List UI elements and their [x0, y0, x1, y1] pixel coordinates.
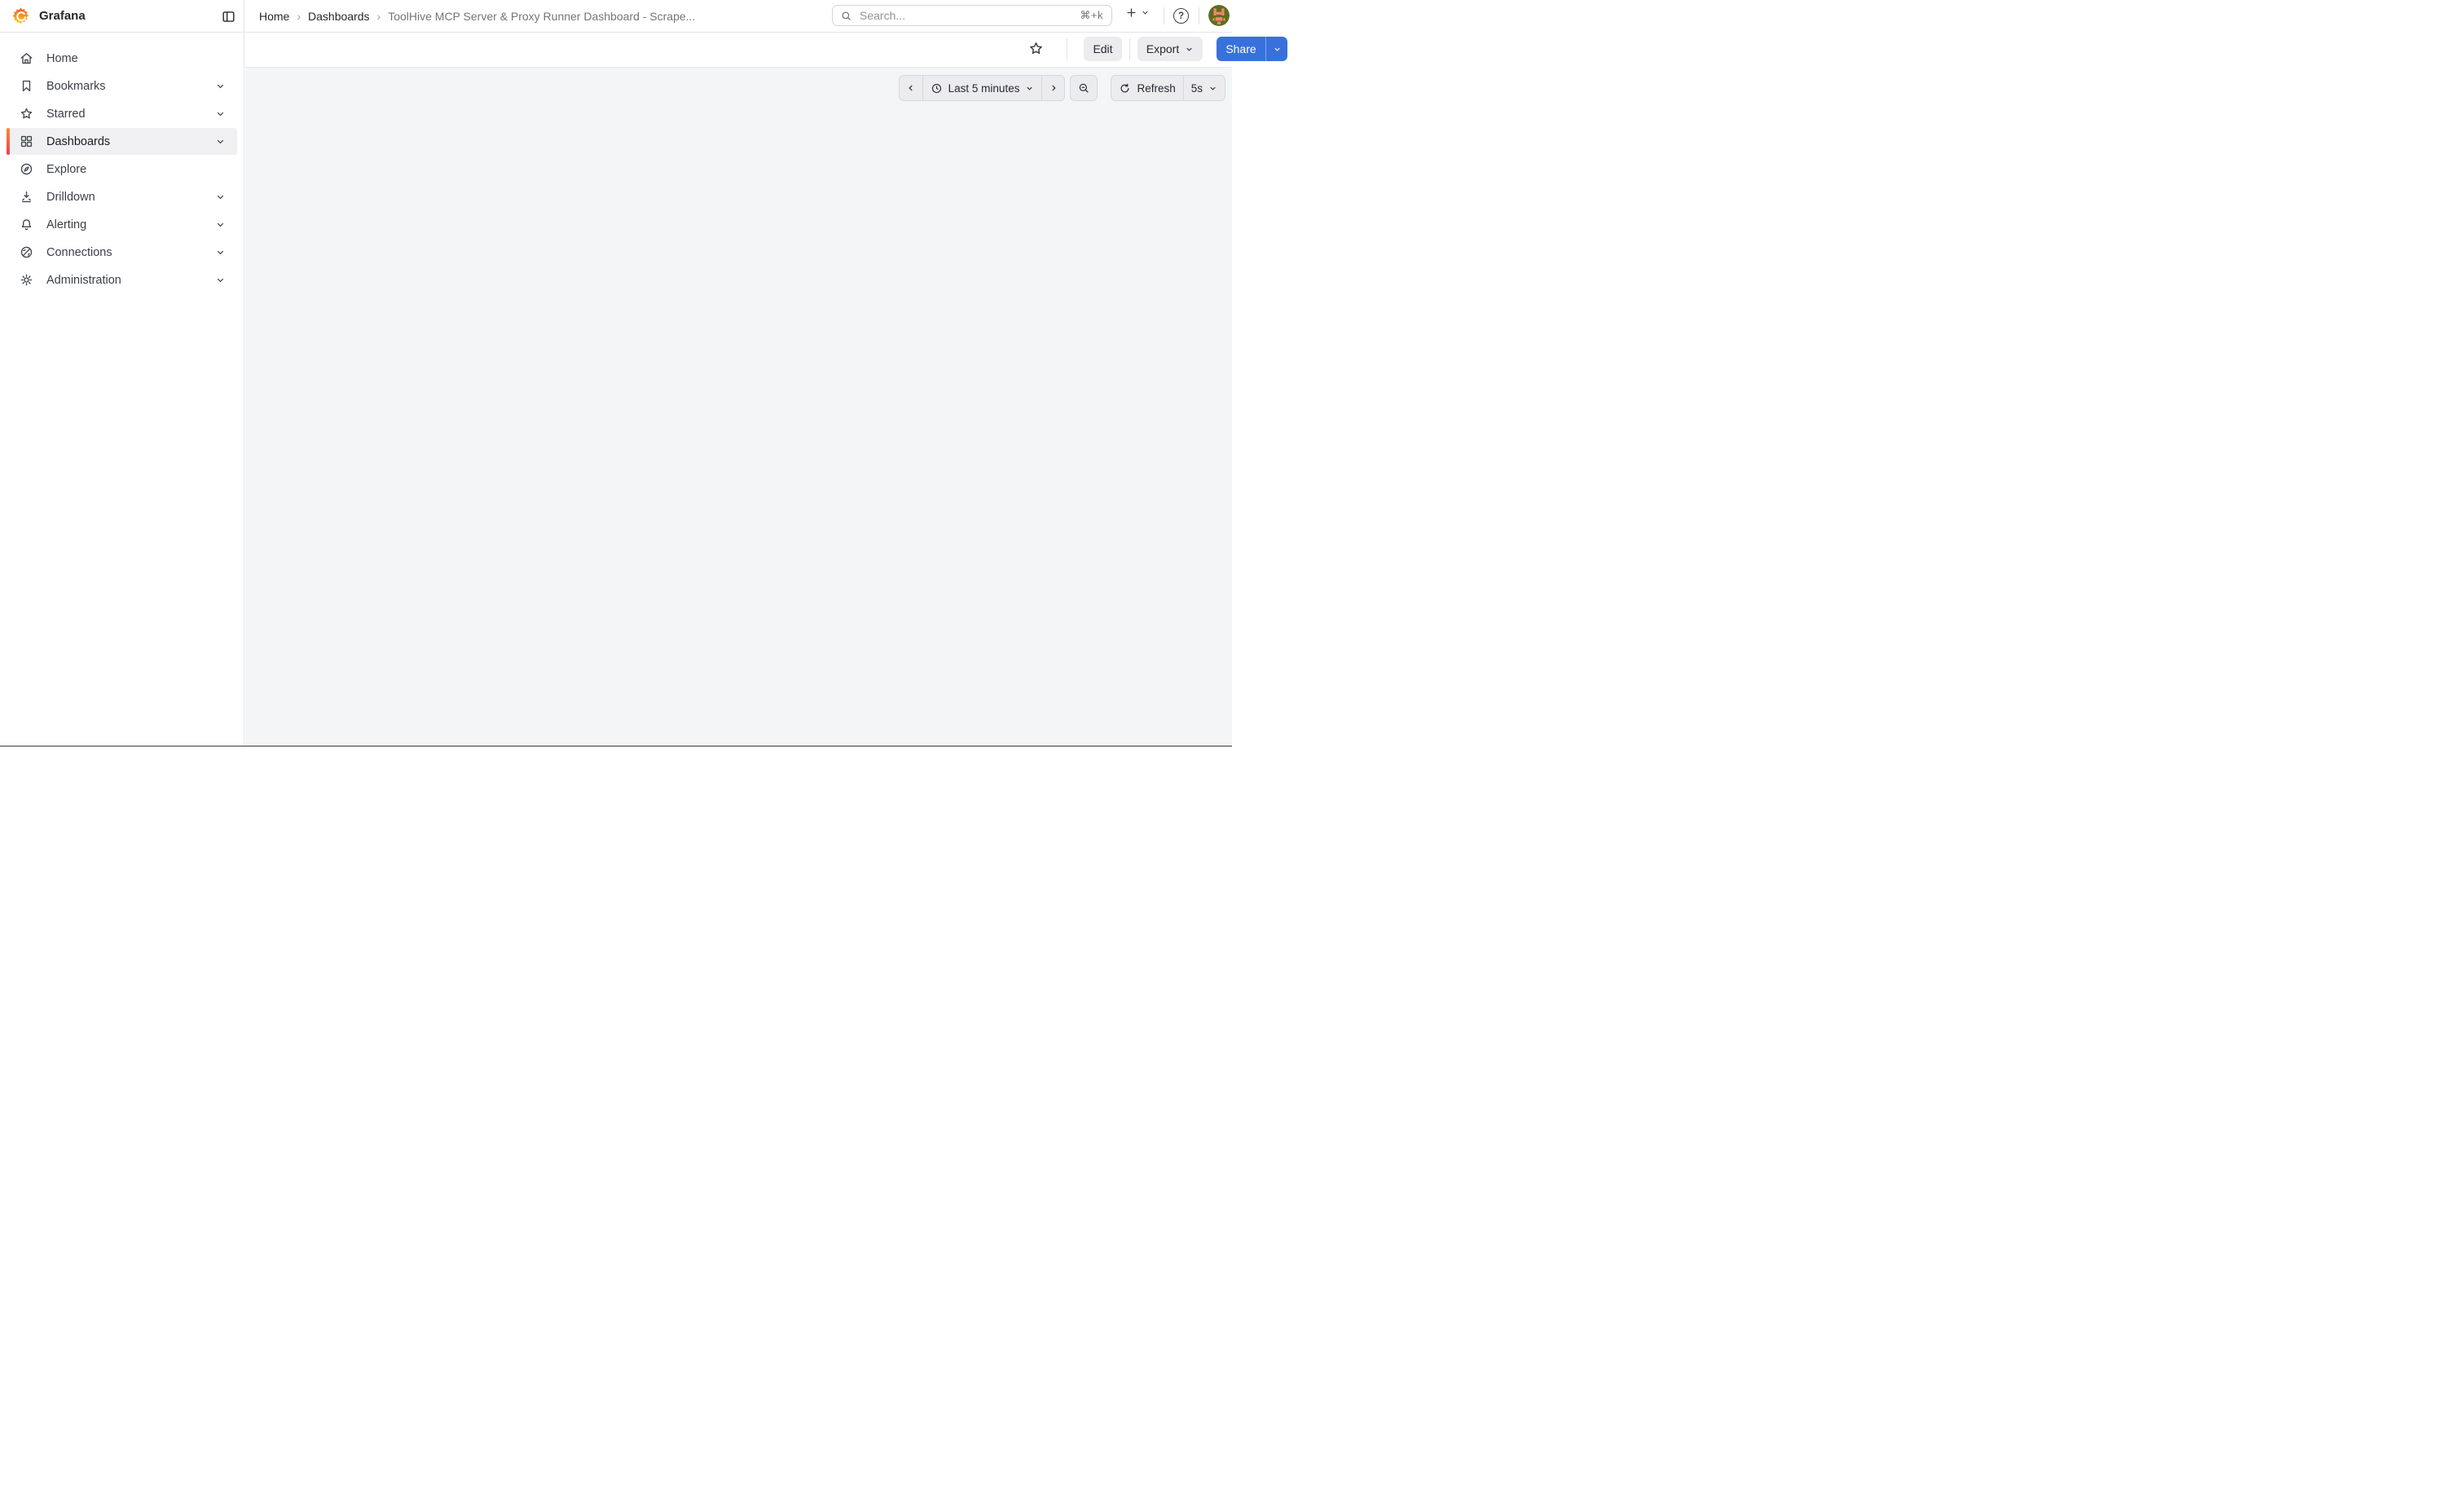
time-range-group: Last 5 minutes — [899, 75, 1066, 101]
time-controls: Last 5 minutes Refresh 5s — [899, 75, 1225, 101]
sidebar-item-label: Dashboards — [46, 135, 110, 148]
sidebar-item-connections[interactable]: Connections — [7, 239, 237, 266]
window-bottom-edge — [0, 746, 1232, 747]
refresh-icon — [1119, 82, 1131, 95]
refresh-interval-label: 5s — [1191, 82, 1203, 95]
dock-menu-icon[interactable] — [218, 7, 238, 26]
breadcrumb-dashboards[interactable]: Dashboards — [308, 10, 370, 23]
top-header: Grafana Home › Dashboards › ToolHive MCP… — [0, 0, 1232, 33]
sidebar-item-dashboards[interactable]: Dashboards — [7, 128, 237, 155]
export-button[interactable]: Export — [1137, 37, 1203, 61]
favorite-star-icon[interactable] — [1027, 40, 1045, 57]
chevron-down-icon[interactable] — [215, 247, 226, 258]
sidebar-item-home[interactable]: Home — [7, 45, 237, 72]
refresh-group: Refresh 5s — [1111, 75, 1225, 101]
zoom-out-icon — [1077, 81, 1090, 95]
star-icon — [19, 106, 34, 121]
time-range-picker[interactable]: Last 5 minutes — [922, 76, 1042, 100]
add-button[interactable] — [1124, 6, 1150, 20]
sidebar-item-explore[interactable]: Explore — [7, 156, 237, 183]
search-field[interactable] — [858, 8, 1080, 23]
search-icon — [840, 10, 852, 22]
sidebar-item-label: Home — [46, 52, 78, 65]
zoom-out-group — [1070, 75, 1098, 101]
time-shift-back-button[interactable] — [900, 76, 922, 100]
brand-name: Grafana — [39, 9, 86, 23]
active-indicator — [7, 128, 10, 155]
edit-button[interactable]: Edit — [1084, 37, 1122, 61]
sidebar-item-label: Drilldown — [46, 191, 95, 204]
refresh-button[interactable]: Refresh — [1111, 76, 1182, 100]
brand-area: Grafana — [0, 0, 244, 32]
chevron-down-icon[interactable] — [215, 108, 226, 119]
breadcrumb-separator: › — [297, 10, 301, 23]
refresh-label: Refresh — [1137, 82, 1175, 95]
time-shift-forward-button[interactable] — [1041, 76, 1064, 100]
drilldown-icon — [19, 189, 34, 205]
sidebar-item-bookmarks[interactable]: Bookmarks — [7, 73, 237, 99]
chevron-down-icon — [1025, 84, 1034, 93]
home-icon — [19, 51, 34, 66]
chevron-down-icon[interactable] — [215, 219, 226, 230]
chevron-down-icon — [1273, 45, 1282, 54]
share-split-button: Share — [1217, 37, 1287, 61]
clock-icon — [931, 82, 943, 95]
bookmark-icon — [19, 78, 34, 94]
help-icon[interactable]: ? — [1173, 8, 1189, 24]
compass-icon — [19, 161, 34, 177]
bell-icon — [19, 217, 34, 232]
chevron-down-icon — [1185, 45, 1194, 54]
search-input[interactable]: ⌘+k — [832, 5, 1112, 26]
grafana-logo-icon[interactable] — [11, 7, 30, 25]
toolbar-divider — [1129, 38, 1130, 60]
breadcrumb-current: ToolHive MCP Server & Proxy Runner Dashb… — [388, 10, 695, 23]
chevron-down-icon[interactable] — [215, 275, 226, 285]
time-range-label: Last 5 minutes — [948, 82, 1020, 95]
chevron-down-icon[interactable] — [215, 81, 226, 91]
zoom-out-button[interactable] — [1071, 76, 1097, 100]
sidebar-item-label: Administration — [46, 274, 121, 287]
breadcrumb: Home › Dashboards › ToolHive MCP Server … — [259, 0, 695, 32]
share-button[interactable]: Share — [1217, 37, 1265, 61]
breadcrumb-home[interactable]: Home — [259, 10, 289, 23]
refresh-interval-picker[interactable]: 5s — [1183, 76, 1225, 100]
dashboard-canvas: Last 5 minutes Refresh 5s — [245, 67, 1232, 746]
dashboards-grid-icon — [19, 134, 34, 149]
search-shortcut: ⌘+k — [1080, 9, 1103, 22]
sidebar-item-starred[interactable]: Starred — [7, 100, 237, 127]
sidebar-item-administration[interactable]: Administration — [7, 266, 237, 293]
gear-icon — [19, 272, 34, 288]
sidebar-item-drilldown[interactable]: Drilldown — [7, 183, 237, 210]
sidebar-item-label: Alerting — [46, 218, 86, 231]
sidebar-item-label: Bookmarks — [46, 80, 106, 93]
sidebar: Home Bookmarks Starred Dashboards Explor… — [0, 32, 244, 746]
sidebar-item-label: Starred — [46, 108, 86, 121]
chevron-down-icon — [1208, 84, 1217, 93]
connections-icon — [19, 244, 34, 260]
sidebar-item-label: Explore — [46, 163, 86, 176]
breadcrumb-separator: › — [377, 10, 381, 23]
dashboard-toolbar: Edit Export Share — [245, 32, 1232, 68]
user-avatar[interactable] — [1208, 5, 1230, 26]
sidebar-item-alerting[interactable]: Alerting — [7, 211, 237, 238]
sidebar-item-label: Connections — [46, 246, 112, 259]
share-menu-button[interactable] — [1265, 37, 1287, 61]
chevron-down-icon[interactable] — [215, 136, 226, 147]
chevron-down-icon[interactable] — [215, 192, 226, 202]
